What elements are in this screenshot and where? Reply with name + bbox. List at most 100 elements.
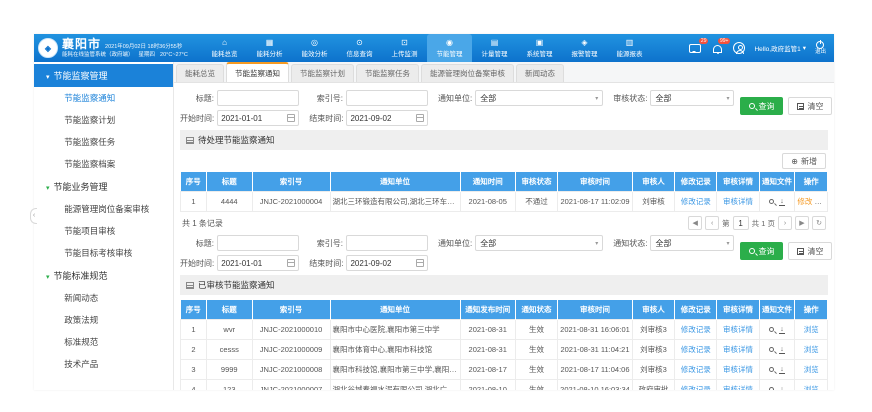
column-header: 通知文件 [759, 300, 795, 320]
unit-label: 通知单位: [438, 238, 472, 249]
sidebar-item[interactable]: ▾节能监察档案 [34, 153, 173, 175]
sidebar-item[interactable]: ▾节能监察通知 [34, 87, 173, 109]
audit-detail-link[interactable]: 审核详情 [723, 385, 753, 390]
unit-select-2[interactable]: 全部 ▾ [475, 235, 603, 251]
end-date-input-2[interactable]: 2021-09-02 [346, 255, 428, 271]
audit-detail-link[interactable]: 审核详情 [723, 325, 753, 334]
index-input[interactable] [346, 90, 428, 106]
download-icon[interactable]: ↓ [779, 198, 785, 206]
top-nav-item[interactable]: ▣ 系统管理 [517, 34, 562, 62]
audit-detail-link[interactable]: 审核详情 [723, 197, 753, 206]
preview-file-icon[interactable] [769, 327, 774, 332]
top-nav-item[interactable]: ◈ 报警管理 [562, 34, 607, 62]
top-nav-item[interactable]: ▥ 能源报表 [607, 34, 652, 62]
top-nav-item[interactable]: ⊡ 上传监测 [382, 34, 427, 62]
index-input-2[interactable] [346, 235, 428, 251]
sidebar-item[interactable]: ▾新闻动态 [34, 287, 173, 309]
top-nav-item[interactable]: ⌂ 能耗总览 [202, 34, 247, 62]
tab[interactable]: 能源管理岗位备案审核 × [421, 64, 514, 82]
title-input[interactable] [217, 90, 299, 106]
sidebar-item[interactable]: ▾节能监察管理 [34, 64, 173, 87]
tab[interactable]: 节能监察任务 × [356, 64, 419, 82]
view-link[interactable]: 浏览 [804, 385, 819, 390]
status-badge: 生效 [515, 360, 557, 380]
top-nav-item[interactable]: ▦ 能耗分析 [247, 34, 292, 62]
top-nav-item[interactable]: ◉ 节能管理 [427, 34, 472, 62]
start-date-input[interactable]: 2021-01-01 [217, 110, 299, 126]
view-link[interactable]: 浏览 [804, 325, 819, 334]
message-icon[interactable]: 29 [689, 42, 702, 55]
sidebar-item[interactable]: ▾标准规范 [34, 331, 173, 353]
last-page-button[interactable]: ▶ [795, 216, 809, 230]
refresh-icon[interactable]: ↻ [812, 216, 826, 230]
tab[interactable]: 节能监察计划 × [291, 64, 354, 82]
modify-record-link[interactable]: 修改记录 [681, 197, 711, 206]
view-link[interactable]: 浏览 [804, 345, 819, 354]
app-window: ◈ 襄阳市 2021年09月02日 18时36分55秒 能耗在线监管系统（政府端… [34, 34, 834, 390]
prev-page-button[interactable]: ‹ [705, 216, 719, 230]
preview-file-icon[interactable] [769, 347, 774, 352]
sidebar-collapse-handle[interactable]: ‹ [30, 208, 37, 224]
view-link[interactable]: 浏览 [804, 365, 819, 374]
title-input-2[interactable] [217, 235, 299, 251]
sidebar-item[interactable]: ▾节能监察计划 [34, 109, 173, 131]
clear-button[interactable]: 清空 [788, 97, 832, 115]
sidebar-item[interactable]: ▾节能监察任务 [34, 131, 173, 153]
logout-button[interactable]: 退出 [815, 41, 826, 55]
sidebar-item[interactable]: ▾节能业务管理 [34, 175, 173, 198]
modify-record-link[interactable]: 修改记录 [681, 365, 711, 374]
unit-select[interactable]: 全部 ▾ [475, 90, 603, 106]
first-page-button[interactable]: ◀ [688, 216, 702, 230]
preview-file-icon[interactable] [769, 387, 774, 390]
start-date-input-2[interactable]: 2021-01-01 [217, 255, 299, 271]
next-page-button[interactable]: › [778, 216, 792, 230]
download-icon[interactable]: ↓ [779, 326, 785, 334]
nav-icon: ◎ [311, 39, 318, 47]
audited-section-header: 已审核节能监察通知 [180, 275, 828, 295]
tab[interactable]: 能耗总览 × [176, 64, 224, 82]
column-header: 审核状态 [515, 172, 557, 192]
modify-record-link[interactable]: 修改记录 [681, 385, 711, 390]
top-nav-item[interactable]: ◎ 能效分析 [292, 34, 337, 62]
bell-icon[interactable]: 99+ [711, 42, 724, 55]
audit-detail-link[interactable]: 审核详情 [723, 365, 753, 374]
top-nav-item[interactable]: ▤ 计量管理 [472, 34, 517, 62]
clear-button-2[interactable]: 清空 [788, 242, 832, 260]
end-date-input[interactable]: 2021-09-02 [346, 110, 428, 126]
add-button[interactable]: ⊕新增 [782, 153, 826, 169]
sidebar-item[interactable]: ▾节能目标考核审核 [34, 242, 173, 264]
edit-link[interactable]: 修改 [797, 197, 812, 206]
audit-status-select[interactable]: 全部 ▾ [650, 90, 734, 106]
preview-file-icon[interactable] [769, 367, 774, 372]
chevron-down-icon: ▾ [595, 240, 598, 247]
weather: 20°C~27°C [160, 52, 188, 58]
chevron-down-icon: ▾ [726, 240, 729, 247]
preview-file-icon[interactable] [769, 199, 774, 204]
download-icon[interactable]: ↓ [779, 386, 785, 391]
sidebar-item[interactable]: ▾政策法规 [34, 309, 173, 331]
table-header-row: 序号标题索引号通知单位通知时间审核状态审核时间审核人修改记录审核详情通知文件操作 [181, 172, 828, 192]
tab[interactable]: 节能监察通知 × [226, 62, 289, 82]
sidebar-item[interactable]: ▾节能标准规范 [34, 264, 173, 287]
nav-label: 节能管理 [437, 48, 463, 58]
modify-record-link[interactable]: 修改记录 [681, 345, 711, 354]
tab[interactable]: 新闻动态 × [516, 64, 564, 82]
notice-status-label: 通知状态: [613, 238, 647, 249]
query-button-2[interactable]: 查询 [740, 242, 783, 260]
download-icon[interactable]: ↓ [779, 366, 785, 374]
query-button[interactable]: 查询 [740, 97, 783, 115]
user-avatar-icon[interactable] [733, 42, 745, 54]
modify-record-link[interactable]: 修改记录 [681, 325, 711, 334]
user-greeting[interactable]: Hello,政府监管1 ▾ [754, 43, 806, 53]
column-header: 索引号 [252, 300, 330, 320]
sidebar-item[interactable]: ▾节能项目审核 [34, 220, 173, 242]
download-icon[interactable]: ↓ [779, 346, 785, 354]
sidebar-item[interactable]: ▾技术产品 [34, 353, 173, 375]
page-number-input[interactable] [733, 216, 749, 230]
sidebar-item[interactable]: ▾能源管理岗位备案审核 [34, 198, 173, 220]
notice-status-select[interactable]: 全部 ▾ [650, 235, 734, 251]
audit-detail-link[interactable]: 审核详情 [723, 345, 753, 354]
delete-link[interactable]: 删除 [814, 197, 827, 206]
top-nav-item[interactable]: ⊙ 信息查询 [337, 34, 382, 62]
pagination: ◀ ‹ 第 共 1 页 › ▶ ↻ [688, 216, 826, 230]
